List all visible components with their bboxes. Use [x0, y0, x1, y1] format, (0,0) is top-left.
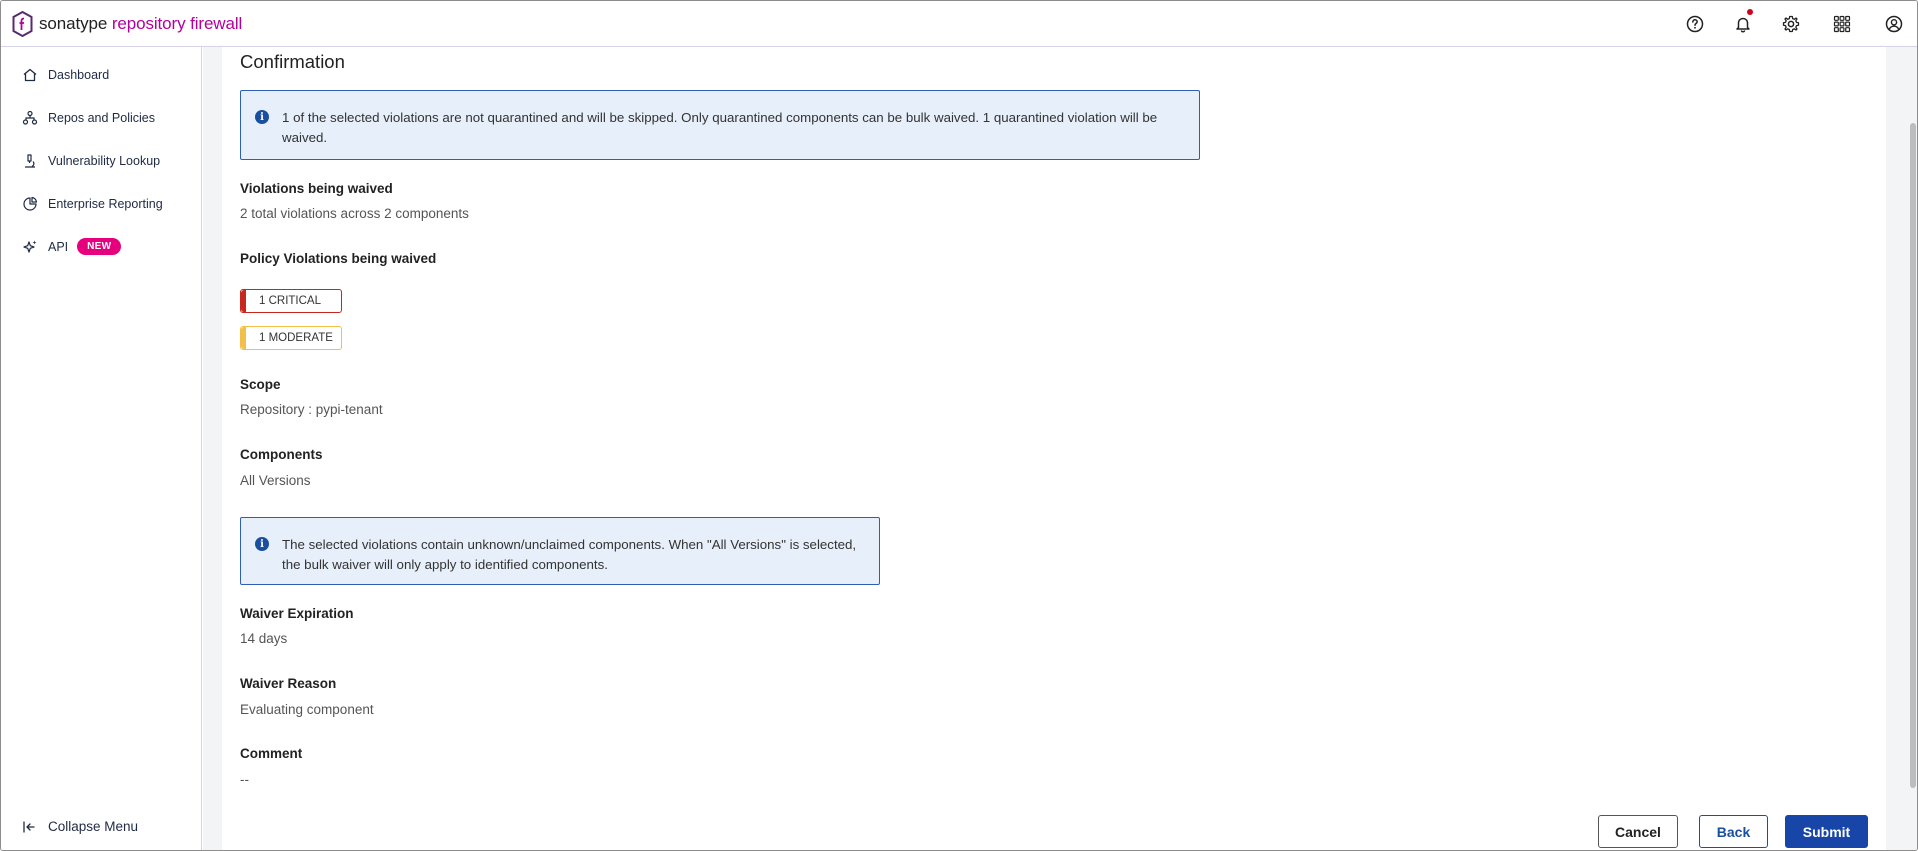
collapse-menu-label: Collapse Menu [48, 819, 139, 834]
apps-grid-icon [1833, 15, 1851, 33]
settings-button[interactable] [1767, 1, 1815, 47]
info-icon: i [255, 537, 269, 551]
bell-icon [1736, 17, 1750, 33]
policy-violations-label: Policy Violations being waived [240, 251, 437, 266]
scope-label: Scope [240, 377, 281, 392]
microscope-icon [25, 153, 35, 168]
back-button[interactable]: Back [1699, 815, 1768, 848]
violations-value: 2 total violations across 2 components [240, 206, 469, 221]
components-label: Components [240, 447, 323, 462]
components-value: All Versions [240, 473, 311, 488]
submit-button[interactable]: Submit [1785, 815, 1868, 848]
notifications-button[interactable] [1719, 1, 1767, 47]
help-button[interactable] [1671, 1, 1719, 47]
critical-count: 1 CRITICAL [259, 295, 321, 307]
comment-value: -- [240, 772, 249, 787]
hierarchy-icon [22, 110, 38, 125]
skipped-violations-info: i 1 of the selected violations are not q… [240, 90, 1200, 160]
header-actions [1671, 1, 1917, 47]
unknown-components-info: i The selected violations contain unknow… [240, 517, 880, 585]
sidebar-item-repos-and-policies[interactable]: Repos and Policies [1, 96, 201, 139]
sidebar-item-label: Enterprise Reporting [48, 196, 163, 211]
sidebar-item-label: Dashboard [48, 67, 110, 82]
scope-value: Repository : pypi-tenant [240, 402, 383, 417]
waiver-reason-value: Evaluating component [240, 702, 374, 717]
collapse-arrow-icon [23, 820, 35, 833]
top-header: sonatype repository firewall [1, 1, 1917, 47]
apps-button[interactable] [1815, 1, 1869, 47]
sonatype-logo-icon [12, 10, 33, 37]
home-icon [23, 68, 37, 81]
sidebar-item-enterprise-reporting[interactable]: Enterprise Reporting [1, 182, 201, 225]
sidebar-item-label: API [48, 239, 69, 254]
main-content: Confirmation i 1 of the selected violati… [203, 47, 1911, 850]
critical-severity-badge: 1 CRITICAL [240, 289, 342, 313]
cancel-button[interactable]: Cancel [1598, 815, 1678, 848]
info-message: 1 of the selected violations are not qua… [282, 110, 1158, 145]
sparkle-icon [23, 240, 37, 253]
notification-dot [1747, 9, 1753, 15]
waiver-expiration-label: Waiver Expiration [240, 606, 354, 621]
user-menu-button[interactable] [1869, 1, 1917, 47]
sidebar-item-api[interactable]: API NEW [1, 225, 201, 268]
page-title: Confirmation [240, 51, 345, 72]
info-message: The selected violations contain unknown/… [282, 537, 857, 572]
new-badge: NEW [77, 238, 122, 255]
user-icon [1885, 15, 1903, 33]
brand-name-product: repository firewall [111, 13, 243, 33]
confirmation-card: Confirmation i 1 of the selected violati… [222, 47, 1886, 850]
sidebar-item-label: Repos and Policies [48, 110, 156, 125]
brand-name-sonatype: sonatype [39, 13, 108, 33]
brand-name: sonatype repository firewall [39, 14, 242, 34]
sidebar-item-label: Vulnerability Lookup [48, 153, 161, 168]
brand-logo[interactable]: sonatype repository firewall [12, 1, 242, 47]
help-icon [1686, 15, 1704, 33]
sidebar: Dashboard Repos and Policies Vulnerabili… [1, 47, 202, 850]
sidebar-item-dashboard[interactable]: Dashboard [1, 53, 201, 96]
app-window: sonatype repository firewall Dashboard R… [0, 0, 1918, 851]
moderate-count: 1 MODERATE [259, 332, 333, 344]
collapse-menu-button[interactable]: Collapse Menu [22, 819, 138, 834]
report-icon [23, 196, 38, 211]
scrollbar-thumb[interactable] [1910, 123, 1916, 788]
violations-label: Violations being waived [240, 181, 393, 196]
waiver-reason-label: Waiver Reason [240, 676, 337, 691]
gear-icon [1782, 15, 1800, 33]
waiver-expiration-value: 14 days [240, 631, 288, 646]
sidebar-item-vulnerability-lookup[interactable]: Vulnerability Lookup [1, 139, 201, 182]
moderate-severity-badge: 1 MODERATE [240, 326, 342, 350]
page-scrollbar[interactable] [1909, 47, 1917, 850]
info-icon: i [255, 110, 269, 124]
comment-label: Comment [240, 746, 303, 761]
